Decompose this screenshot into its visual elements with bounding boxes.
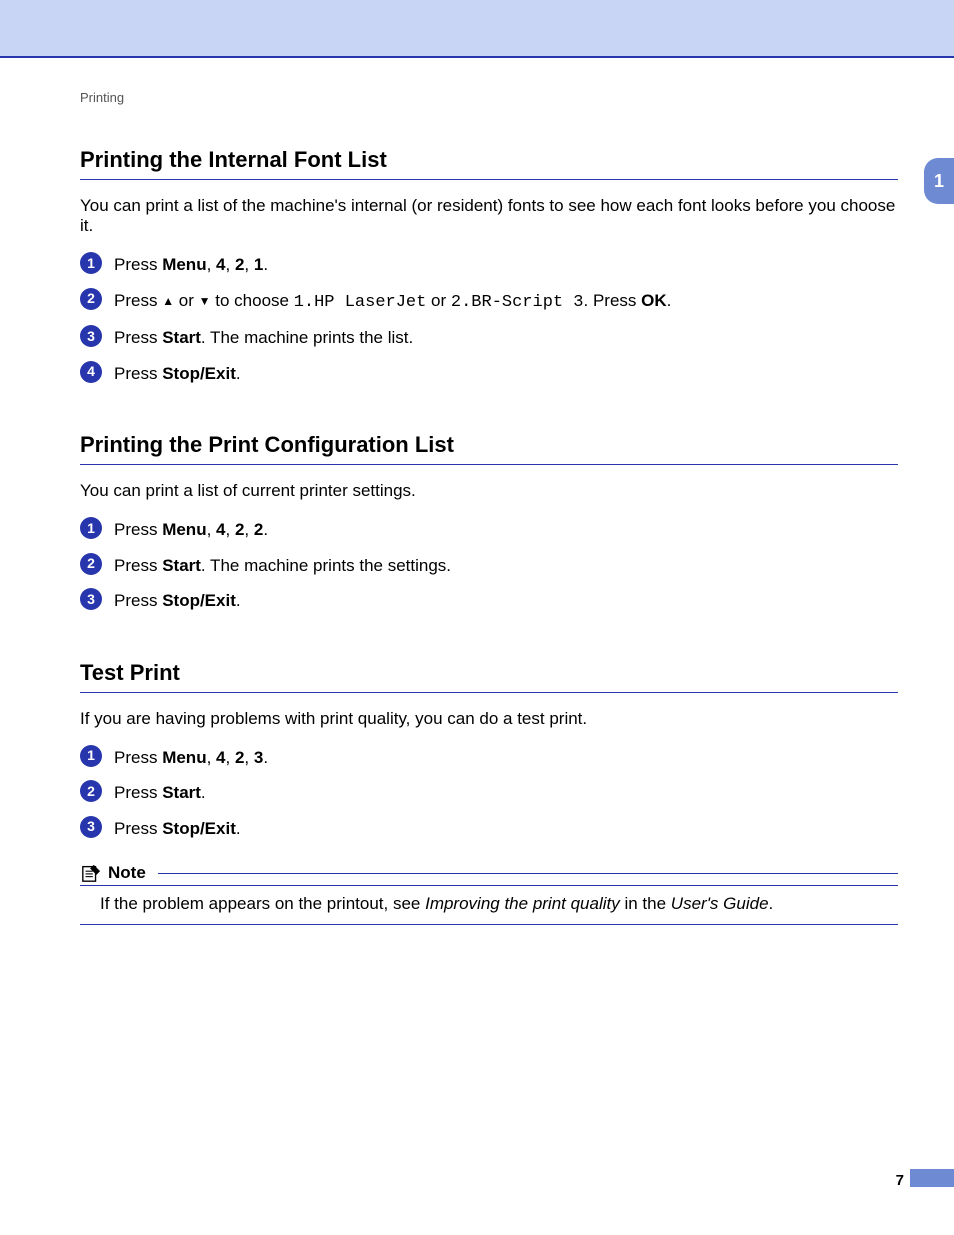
chapter-tab: 1 bbox=[924, 158, 954, 204]
step: 1 Press Menu, 4, 2, 3. bbox=[80, 745, 898, 771]
step: 2 Press Start. The machine prints the se… bbox=[80, 553, 898, 579]
step-text: Press Stop/Exit. bbox=[114, 588, 898, 614]
section-font-list: Printing the Internal Font List You can … bbox=[80, 147, 898, 386]
note-rule bbox=[158, 873, 898, 874]
section-test-print: Test Print If you are having problems wi… bbox=[80, 660, 898, 926]
step: 1 Press Menu, 4, 2, 1. bbox=[80, 252, 898, 278]
step-text: Press Menu, 4, 2, 3. bbox=[114, 745, 898, 771]
step-text: Press ▲ or ▼ to choose 1.HP LaserJet or … bbox=[114, 288, 898, 316]
step-number-icon: 3 bbox=[80, 816, 102, 838]
step: 2 Press ▲ or ▼ to choose 1.HP LaserJet o… bbox=[80, 288, 898, 316]
breadcrumb: Printing bbox=[80, 90, 898, 105]
top-banner bbox=[0, 0, 954, 58]
step: 1 Press Menu, 4, 2, 2. bbox=[80, 517, 898, 543]
step-number-icon: 2 bbox=[80, 553, 102, 575]
step: 3 Press Start. The machine prints the li… bbox=[80, 325, 898, 351]
step-number-icon: 2 bbox=[80, 288, 102, 310]
step-text: Press Menu, 4, 2, 1. bbox=[114, 252, 898, 278]
step-text: Press Menu, 4, 2, 2. bbox=[114, 517, 898, 543]
step-number-icon: 3 bbox=[80, 588, 102, 610]
step-number-icon: 1 bbox=[80, 252, 102, 274]
heading-font-list: Printing the Internal Font List bbox=[80, 147, 898, 180]
step-number-icon: 4 bbox=[80, 361, 102, 383]
step-number-icon: 2 bbox=[80, 780, 102, 802]
section-config-list: Printing the Print Configuration List Yo… bbox=[80, 432, 898, 614]
step-number-icon: 3 bbox=[80, 325, 102, 347]
heading-config-list: Printing the Print Configuration List bbox=[80, 432, 898, 465]
intro-test-print: If you are having problems with print qu… bbox=[80, 709, 898, 729]
step-number-icon: 1 bbox=[80, 745, 102, 767]
step-text: Press Stop/Exit. bbox=[114, 816, 898, 842]
step-text: Press Start. The machine prints the list… bbox=[114, 325, 898, 351]
intro-font-list: You can print a list of the machine's in… bbox=[80, 196, 898, 236]
step: 4 Press Stop/Exit. bbox=[80, 361, 898, 387]
step: 3 Press Stop/Exit. bbox=[80, 816, 898, 842]
heading-test-print: Test Print bbox=[80, 660, 898, 693]
note-text: If the problem appears on the printout, … bbox=[80, 886, 898, 925]
up-arrow-icon: ▲ bbox=[162, 294, 174, 308]
step: 3 Press Stop/Exit. bbox=[80, 588, 898, 614]
step-text: Press Start. bbox=[114, 780, 898, 806]
note-label: Note bbox=[108, 863, 146, 883]
page-number-bar bbox=[910, 1169, 954, 1187]
step-text: Press Start. The machine prints the sett… bbox=[114, 553, 898, 579]
down-arrow-icon: ▼ bbox=[199, 294, 211, 308]
step-number-icon: 1 bbox=[80, 517, 102, 539]
note-icon bbox=[80, 863, 102, 883]
step-text: Press Stop/Exit. bbox=[114, 361, 898, 387]
page-number: 7 bbox=[896, 1172, 904, 1189]
note-block: Note If the problem appears on the print… bbox=[80, 863, 898, 925]
page-content: Printing Printing the Internal Font List… bbox=[0, 90, 954, 925]
intro-config-list: You can print a list of current printer … bbox=[80, 481, 898, 501]
step: 2 Press Start. bbox=[80, 780, 898, 806]
